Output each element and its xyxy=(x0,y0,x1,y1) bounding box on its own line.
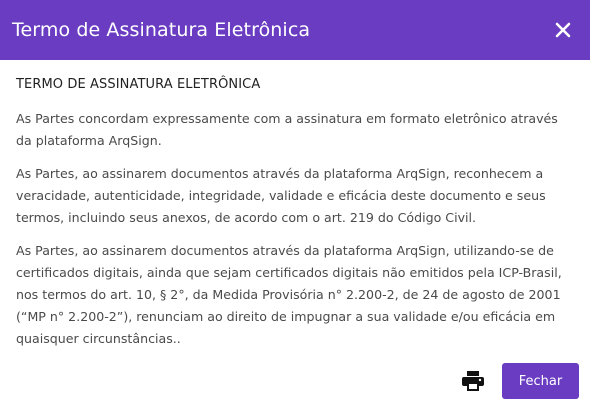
terms-paragraph-1: As Partes concordam expressamente com a … xyxy=(16,111,558,148)
modal-header: Termo de Assinatura Eletrônica xyxy=(0,0,590,60)
close-button[interactable]: Fechar xyxy=(502,363,579,399)
modal-body: TERMO DE ASSINATURA ELETRÔNICA As Partes… xyxy=(0,60,590,350)
document-heading: TERMO DE ASSINATURA ELETRÔNICA xyxy=(16,77,261,92)
close-icon[interactable] xyxy=(551,18,575,42)
modal-footer: Fechar xyxy=(0,361,590,401)
terms-paragraph-3: As Partes, ao assinarem documentos atrav… xyxy=(16,243,562,346)
terms-modal: Termo de Assinatura Eletrônica TERMO DE … xyxy=(0,0,590,413)
modal-title: Termo de Assinatura Eletrônica xyxy=(12,19,311,41)
terms-paragraph-2: As Partes, ao assinarem documentos atrav… xyxy=(16,166,546,225)
print-icon[interactable] xyxy=(458,366,488,396)
